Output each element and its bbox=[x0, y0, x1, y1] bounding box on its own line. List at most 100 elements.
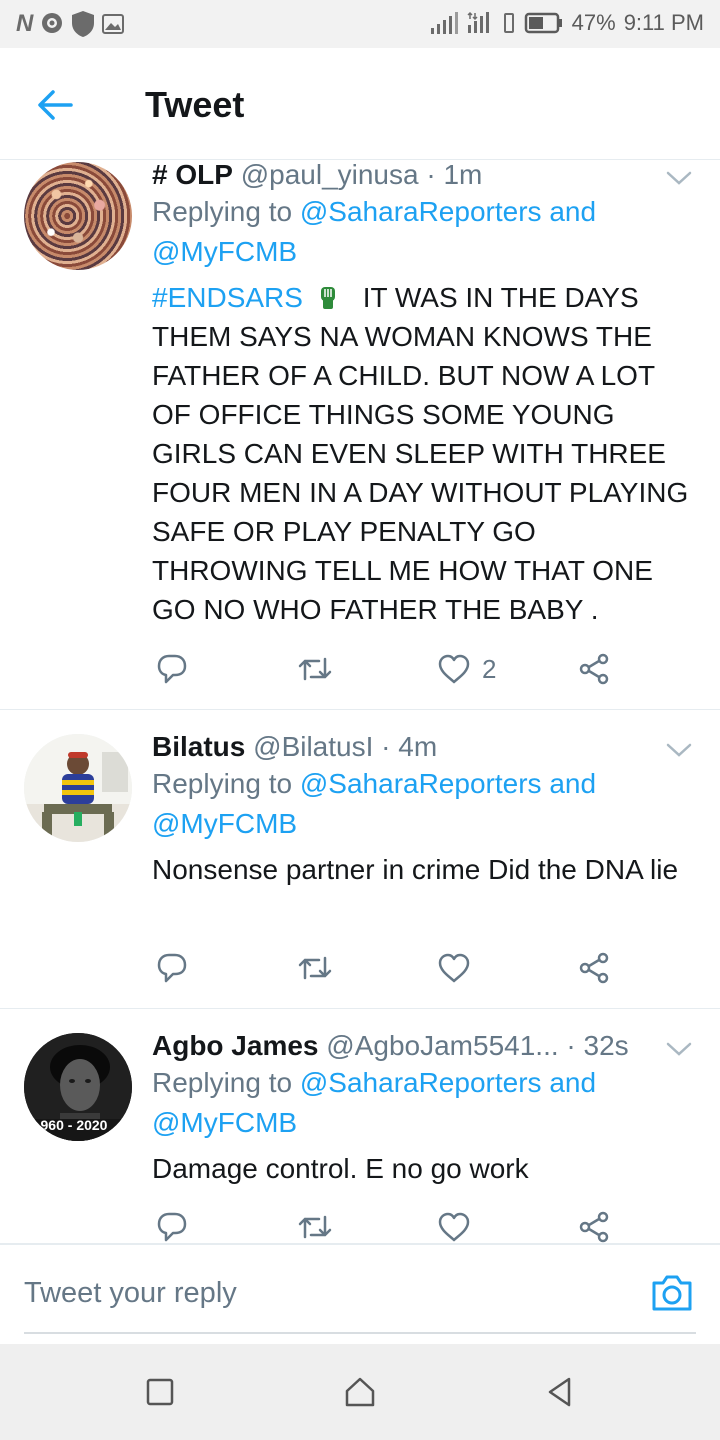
reply-icon bbox=[157, 953, 187, 983]
reply-icon bbox=[157, 654, 187, 684]
timestamp: 32s bbox=[583, 1031, 629, 1061]
chevron-down-icon[interactable] bbox=[664, 740, 694, 760]
display-name[interactable]: Agbo James bbox=[152, 1031, 319, 1061]
tweet-item[interactable]: # OLP @paul_yinusa · 1m Replying to @Sah… bbox=[0, 160, 720, 710]
avatar-caption: 960 - 2020 bbox=[40, 1117, 108, 1133]
vibrate-icon bbox=[503, 13, 514, 33]
image-notification-icon bbox=[102, 14, 125, 34]
replying-to: Replying to @SaharaReporters and @MyFCMB bbox=[152, 1063, 692, 1143]
back-nav-button[interactable] bbox=[542, 1374, 578, 1410]
tweet-text: #ENDSARS IT WAS IN THE DAYS THEM SAYS NA… bbox=[152, 278, 692, 629]
retweet-icon bbox=[298, 657, 332, 681]
tweet-actions bbox=[152, 1207, 622, 1243]
timestamp: 4m bbox=[398, 732, 438, 762]
recents-button[interactable] bbox=[142, 1374, 178, 1410]
tweet-meta: Agbo James @AgboJam5541... · 32s bbox=[152, 1031, 652, 1061]
tweet-item[interactable]: Bilatus @BilatusI · 4m Replying to @Saha… bbox=[0, 710, 720, 1009]
avatar[interactable] bbox=[24, 734, 132, 842]
chevron-down-icon[interactable] bbox=[664, 168, 694, 188]
status-system-icons: 47% 9:11 PM bbox=[430, 10, 704, 36]
battery-icon bbox=[524, 12, 562, 34]
back-icon bbox=[548, 1377, 571, 1407]
status-notification-icons: N bbox=[16, 10, 125, 38]
recents-icon bbox=[146, 1378, 174, 1406]
tweet-actions bbox=[152, 948, 622, 988]
fist-emoji-icon bbox=[320, 287, 335, 309]
share-icon bbox=[579, 653, 609, 685]
like-button[interactable] bbox=[438, 948, 470, 988]
hashtag-link[interactable]: #ENDSARS bbox=[152, 282, 303, 313]
separator: · bbox=[566, 1031, 576, 1061]
user-handle[interactable]: @AgboJam5541... bbox=[326, 1031, 558, 1061]
share-icon bbox=[579, 1211, 609, 1243]
retweet-button[interactable] bbox=[297, 1207, 333, 1243]
shield-notification-icon bbox=[72, 11, 95, 37]
like-icon bbox=[438, 953, 470, 983]
user-handle[interactable]: @paul_yinusa bbox=[241, 160, 419, 190]
reply-button[interactable] bbox=[156, 948, 188, 988]
display-name[interactable]: Bilatus bbox=[152, 732, 245, 762]
retweet-icon bbox=[298, 956, 332, 980]
share-icon bbox=[579, 952, 609, 984]
mention-link[interactable]: @SaharaReporters bbox=[300, 196, 542, 227]
and-text: and bbox=[549, 196, 597, 227]
mention-link[interactable]: @SaharaReporters bbox=[300, 1067, 542, 1098]
reply-icon bbox=[157, 1212, 187, 1242]
share-button[interactable] bbox=[578, 948, 610, 988]
home-button[interactable] bbox=[342, 1374, 378, 1410]
mention-link[interactable]: @MyFCMB bbox=[152, 808, 297, 839]
reply-button[interactable] bbox=[156, 649, 188, 689]
chevron-down-icon[interactable] bbox=[664, 1039, 694, 1059]
home-icon bbox=[345, 1377, 375, 1407]
like-icon bbox=[438, 1212, 470, 1242]
tweet-meta: # OLP @paul_yinusa · 1m bbox=[152, 160, 692, 190]
signal-2-icon bbox=[467, 11, 489, 33]
retweet-button[interactable] bbox=[297, 649, 333, 689]
back-button[interactable] bbox=[30, 82, 80, 128]
avatar[interactable]: 960 - 2020 bbox=[24, 1033, 132, 1141]
replying-prefix: Replying to bbox=[152, 1067, 293, 1098]
retweet-icon bbox=[298, 1215, 332, 1239]
divider bbox=[0, 1243, 720, 1245]
replying-to: Replying to @SaharaReporters and @MyFCMB bbox=[152, 192, 692, 272]
mention-link[interactable]: @MyFCMB bbox=[152, 1107, 297, 1138]
tweet-item[interactable]: 960 - 2020 Agbo James @AgboJam5541... · … bbox=[0, 1009, 720, 1243]
mention-link[interactable]: @SaharaReporters bbox=[300, 768, 542, 799]
avatar[interactable] bbox=[24, 162, 132, 270]
avatar-image bbox=[24, 734, 132, 842]
like-count: 2 bbox=[482, 653, 497, 684]
reply-button[interactable] bbox=[156, 1207, 188, 1243]
retweet-button[interactable] bbox=[297, 948, 333, 988]
replying-to: Replying to @SaharaReporters and @MyFCMB bbox=[152, 764, 692, 844]
system-navigation-bar bbox=[0, 1344, 720, 1440]
reply-input[interactable]: Tweet your reply bbox=[24, 1277, 237, 1310]
reply-composer: Tweet your reply bbox=[0, 1243, 720, 1344]
user-handle[interactable]: @BilatusI bbox=[253, 732, 373, 762]
share-button[interactable] bbox=[578, 1207, 610, 1243]
share-button[interactable] bbox=[578, 649, 610, 689]
app-header: Tweet bbox=[0, 48, 720, 160]
input-underline bbox=[24, 1332, 696, 1334]
replying-prefix: Replying to bbox=[152, 768, 293, 799]
like-button[interactable] bbox=[438, 1207, 470, 1243]
tweet-body: IT WAS IN THE DAYS THEM SAYS NA WOMAN KN… bbox=[152, 282, 689, 625]
timestamp: 1m bbox=[443, 160, 483, 190]
like-button[interactable]: 2 bbox=[438, 649, 496, 689]
n-notification-icon: N bbox=[16, 10, 34, 37]
separator: · bbox=[381, 732, 391, 762]
tweet-meta: Bilatus @BilatusI · 4m bbox=[152, 732, 692, 762]
display-name[interactable]: # OLP bbox=[152, 160, 233, 190]
battery-percent: 47% bbox=[571, 10, 616, 35]
back-arrow-icon bbox=[38, 90, 73, 120]
status-bar: N 47% 9:11 PM bbox=[0, 0, 720, 48]
tweet-text: Nonsense partner in crime Did the DNA li… bbox=[152, 854, 679, 885]
page-title: Tweet bbox=[145, 84, 245, 125]
and-text: and bbox=[549, 1067, 597, 1098]
tweet-text: Damage control. E no go work bbox=[152, 1153, 529, 1184]
camera-button[interactable] bbox=[650, 1273, 694, 1313]
separator: · bbox=[426, 160, 436, 190]
tweet-actions: 2 bbox=[152, 649, 622, 689]
like-icon bbox=[438, 654, 470, 684]
replies-feed[interactable]: # OLP @paul_yinusa · 1m Replying to @Sah… bbox=[0, 160, 720, 1243]
mention-link[interactable]: @MyFCMB bbox=[152, 236, 297, 267]
